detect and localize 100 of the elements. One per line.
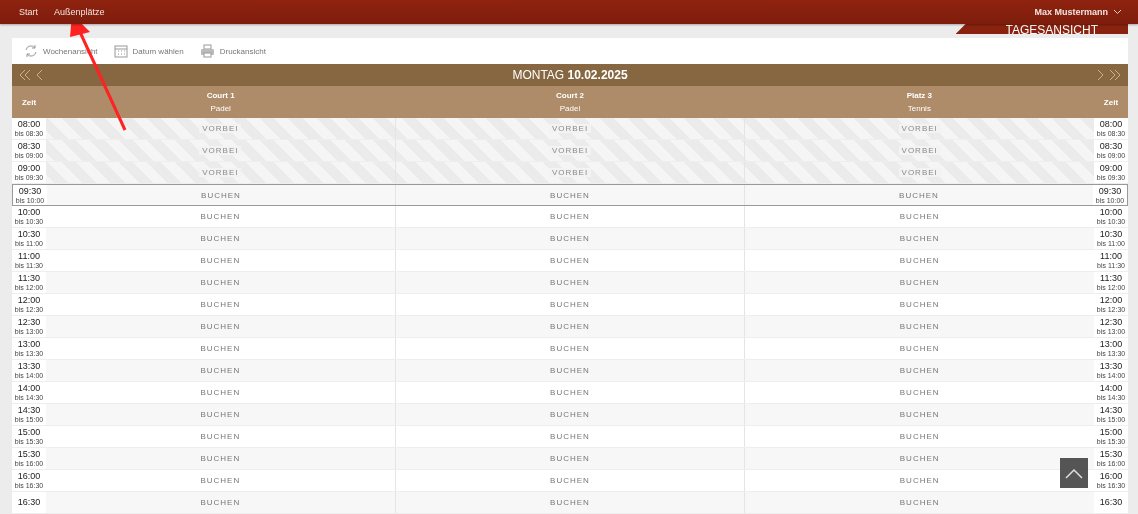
nav-link[interactable]: Außenplätze bbox=[54, 7, 105, 17]
toolbar-link[interactable]: Datum wählen bbox=[113, 44, 184, 58]
nav-link[interactable]: Start bbox=[19, 7, 38, 17]
chevron-left-icon[interactable] bbox=[36, 69, 44, 81]
book-link[interactable]: BUCHEN bbox=[899, 190, 939, 200]
slot-time: 13:00 bbox=[17, 340, 41, 349]
book-link[interactable]: BUCHEN bbox=[899, 322, 940, 331]
book-link[interactable]: BUCHEN bbox=[550, 476, 590, 485]
book-link[interactable]: BUCHEN bbox=[899, 476, 940, 485]
book-link[interactable]: BUCHEN bbox=[550, 432, 590, 441]
book-link[interactable]: BUCHEN bbox=[550, 366, 590, 375]
book-link[interactable]: BUCHEN bbox=[200, 476, 241, 485]
book-link[interactable]: BUCHEN bbox=[899, 212, 940, 221]
book-link[interactable]: BUCHEN bbox=[550, 212, 590, 221]
book-link[interactable]: BUCHEN bbox=[200, 432, 241, 441]
book-link[interactable]: BUCHEN bbox=[899, 432, 940, 441]
book-link[interactable]: BUCHEN bbox=[550, 322, 590, 331]
slot-time: 12:00 bbox=[1099, 296, 1123, 305]
column-header: Zeit bbox=[20, 97, 38, 107]
slot-time: 15:00 bbox=[1099, 428, 1123, 437]
court-sport: Tennis bbox=[907, 104, 931, 113]
book-link[interactable]: BUCHEN bbox=[899, 278, 940, 287]
book-link[interactable]: BUCHEN bbox=[550, 190, 590, 200]
book-link[interactable]: BUCHEN bbox=[550, 454, 590, 463]
banner-title: TAGESANSICHT bbox=[1005, 24, 1098, 34]
book-link[interactable]: BUCHEN bbox=[550, 300, 590, 309]
book-link[interactable]: BUCHEN bbox=[200, 498, 241, 507]
chevron-right-icon[interactable] bbox=[1096, 69, 1104, 81]
slot-time: 10:30 bbox=[17, 230, 41, 239]
book-link[interactable]: BUCHEN bbox=[550, 256, 590, 265]
slot-status: VORBEI bbox=[548, 146, 592, 155]
book-link[interactable]: BUCHEN bbox=[550, 344, 590, 353]
slot-time: 08:30 bbox=[1099, 142, 1123, 151]
slot-time: 13:00 bbox=[1099, 340, 1123, 349]
book-link[interactable]: BUCHEN bbox=[200, 322, 241, 331]
court-sport: Padel bbox=[559, 104, 581, 113]
book-link[interactable]: BUCHEN bbox=[200, 366, 241, 375]
slot-time: 13:30 bbox=[1099, 362, 1123, 371]
court-name: Court 2 bbox=[556, 91, 584, 100]
slot-time: 16:00 bbox=[17, 472, 41, 481]
slot-time: 15:30 bbox=[17, 450, 41, 459]
slot-time: 09:30 bbox=[1098, 186, 1122, 196]
book-link[interactable]: BUCHEN bbox=[899, 388, 940, 397]
slot-status: VORBEI bbox=[199, 146, 242, 155]
book-link[interactable]: BUCHEN bbox=[899, 454, 940, 463]
book-link[interactable]: BUCHEN bbox=[200, 278, 241, 287]
refresh-icon bbox=[24, 44, 38, 58]
slot-status: VORBEI bbox=[898, 168, 941, 177]
toolbar-link[interactable]: Druckansicht bbox=[199, 44, 266, 58]
book-link[interactable]: BUCHEN bbox=[200, 388, 241, 397]
slot-time: 11:00 bbox=[1100, 252, 1122, 261]
book-link[interactable]: BUCHEN bbox=[899, 410, 940, 419]
book-link[interactable]: BUCHEN bbox=[899, 234, 940, 243]
printer-icon bbox=[199, 44, 215, 58]
slot-time: 08:00 bbox=[1099, 120, 1123, 129]
slot-status: VORBEI bbox=[898, 146, 941, 155]
book-link[interactable]: BUCHEN bbox=[200, 344, 241, 353]
court-sport: Padel bbox=[210, 104, 231, 113]
slot-time: 13:30 bbox=[17, 362, 41, 371]
court-name: Platz 3 bbox=[906, 91, 932, 100]
book-link[interactable]: BUCHEN bbox=[550, 234, 590, 243]
slot-status: VORBEI bbox=[898, 124, 941, 133]
user-menu[interactable]: Max Mustermann bbox=[1034, 7, 1122, 17]
slot-time: 11:30 bbox=[18, 274, 40, 283]
slot-status: VORBEI bbox=[199, 124, 242, 133]
book-link[interactable]: BUCHEN bbox=[200, 234, 241, 243]
book-link[interactable]: BUCHEN bbox=[200, 256, 241, 265]
scroll-to-top-button[interactable] bbox=[1060, 458, 1088, 488]
slot-status: VORBEI bbox=[199, 168, 242, 177]
slot-time: 08:00 bbox=[17, 120, 41, 129]
book-link[interactable]: BUCHEN bbox=[200, 212, 241, 221]
book-link[interactable]: BUCHEN bbox=[550, 388, 590, 397]
book-link[interactable]: BUCHEN bbox=[550, 410, 590, 419]
slot-status: VORBEI bbox=[548, 168, 592, 177]
column-header: Zeit bbox=[1102, 97, 1120, 107]
slot-time: 16:30 bbox=[17, 498, 41, 507]
slot-time: 14:30 bbox=[17, 406, 41, 415]
slot-time: 09:00 bbox=[17, 164, 41, 173]
book-link[interactable]: BUCHEN bbox=[550, 498, 590, 507]
slot-time: 16:30 bbox=[1099, 498, 1123, 507]
book-link[interactable]: BUCHEN bbox=[899, 256, 940, 265]
book-link[interactable]: BUCHEN bbox=[899, 366, 940, 375]
slot-time: 10:00 bbox=[17, 208, 41, 217]
calendar-icon bbox=[113, 44, 128, 58]
book-link[interactable]: BUCHEN bbox=[899, 300, 940, 309]
slot-time: 14:00 bbox=[1099, 384, 1123, 393]
book-link[interactable]: BUCHEN bbox=[550, 278, 590, 287]
book-link[interactable]: BUCHEN bbox=[899, 344, 940, 353]
book-link[interactable]: BUCHEN bbox=[200, 300, 241, 309]
book-link[interactable]: BUCHEN bbox=[200, 410, 241, 419]
chevron-down-icon bbox=[1113, 9, 1122, 15]
book-link[interactable]: BUCHEN bbox=[201, 190, 241, 200]
slot-time: 14:00 bbox=[17, 384, 41, 393]
slot-time: 09:00 bbox=[1099, 164, 1123, 173]
slot-time: 12:30 bbox=[17, 318, 41, 327]
book-link[interactable]: BUCHEN bbox=[200, 454, 241, 463]
slot-time: 12:30 bbox=[1099, 318, 1123, 327]
book-link[interactable]: BUCHEN bbox=[899, 498, 940, 507]
slot-time: 08:30 bbox=[17, 142, 41, 151]
court-name: Court 1 bbox=[206, 91, 235, 100]
